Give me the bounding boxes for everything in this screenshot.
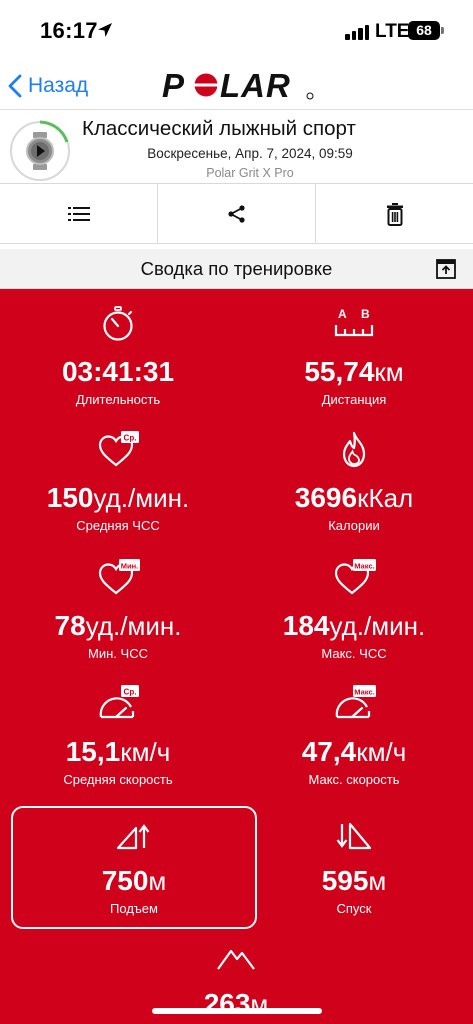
badge-avg: Ср. [124, 434, 137, 443]
heart-avg-icon: Ср. [98, 431, 139, 467]
badge-max-speed: Макс. [354, 688, 374, 697]
min-hr-unit: уд./мин. [85, 611, 182, 641]
min-hr-label: Мин. ЧСС [88, 646, 148, 661]
ascent-icon [116, 824, 150, 850]
max-hr-value: 184 [282, 610, 330, 641]
altitude-unit: м [250, 989, 269, 1019]
battery-level: 68 [416, 22, 432, 38]
distance-value: 55,74 [304, 356, 375, 387]
battery-tip [441, 27, 444, 34]
flame-icon [342, 431, 366, 468]
altitude-value: 263 [203, 988, 251, 1019]
summary-header: Сводка по тренировке [0, 249, 473, 289]
avg-speed-label: Средняя скорость [63, 772, 173, 787]
avg-hr-unit: уд./мин. [93, 483, 190, 513]
stat-descent[interactable]: 595м Спуск [236, 820, 472, 918]
ascent-value: 750 [101, 865, 149, 896]
trash-icon [386, 202, 403, 226]
session-date: Воскресенье, Апр. 7, 2024, 09:59 [147, 146, 353, 161]
back-label: Назад [28, 74, 89, 97]
calories-unit: кКал [357, 483, 414, 513]
distance-icon: A B [334, 307, 374, 337]
distance-unit: км [374, 357, 404, 387]
ascent-unit: м [148, 866, 167, 896]
signal-icon [345, 24, 371, 40]
descent-icon [336, 822, 372, 850]
polar-logo: P LAR [162, 67, 314, 104]
stat-max-speed: Макс. 47,4км/ч Макс. скорость [236, 685, 472, 789]
share-button[interactable] [158, 184, 316, 243]
svg-text:P: P [162, 67, 185, 104]
badge-avg-speed: Ср. [124, 688, 137, 697]
status-time: 16:17 [40, 18, 98, 43]
toolbar [0, 183, 473, 244]
avg-hr-label: Средняя ЧСС [76, 518, 160, 533]
battery-icon: 68 [408, 21, 440, 40]
stat-calories: 3696кКал Калории [236, 431, 472, 535]
nav-bar: Назад P LAR [0, 62, 473, 110]
status-bar: 16:17 LTE 68 [0, 0, 473, 62]
stopwatch-icon [103, 306, 133, 341]
session-title: Классический лыжный спорт [82, 117, 356, 140]
speedometer-avg-icon: Ср. [99, 685, 139, 719]
heart-max-icon: Макс. [334, 559, 376, 595]
duration-value: 03:41:31 [61, 356, 175, 387]
descent-unit: м [368, 866, 387, 896]
stat-avg-speed: Ср. 15,1км/ч Средняя скорость [0, 685, 236, 789]
stat-avg-hr: Ср. 150уд./мин. Средняя ЧСС [0, 431, 236, 535]
badge-max: Макс. [354, 562, 374, 571]
stats-panel: 03:41:31 Длительность A B 55,74км Дистан… [0, 289, 473, 1024]
stat-distance: A B 55,74км Дистанция [236, 306, 472, 409]
list-button[interactable] [0, 184, 158, 243]
network-type: LTE [375, 21, 410, 42]
max-speed-value: 47,4 [301, 736, 357, 767]
stat-max-hr: Макс. 184уд./мин. Макс. ЧСС [236, 559, 472, 663]
distance-icon-letter-b: B [361, 307, 370, 321]
chevron-left-icon [8, 74, 22, 98]
min-hr-value: 78 [54, 610, 86, 641]
descent-label: Спуск [336, 901, 372, 916]
calories-label: Калории [328, 518, 380, 533]
session-device: Polar Grit X Pro [206, 166, 294, 180]
svg-text:LAR: LAR [220, 67, 291, 104]
delete-button[interactable] [316, 184, 473, 243]
speedometer-max-icon: Макс. [335, 685, 376, 719]
heart-min-icon: Мин. [98, 559, 140, 595]
max-hr-label: Макс. ЧСС [321, 646, 387, 661]
descent-value: 595 [321, 865, 369, 896]
session-header: Классический лыжный спорт Воскресенье, А… [0, 111, 473, 183]
avg-speed-value: 15,1 [65, 736, 121, 767]
share-icon [227, 204, 245, 223]
export-icon[interactable] [436, 259, 456, 279]
badge-min: Мин. [121, 562, 138, 571]
avg-hr-value: 150 [46, 482, 94, 513]
ascent-label: Подъем [110, 901, 158, 916]
calories-value: 3696 [294, 482, 358, 513]
distance-label: Дистанция [321, 392, 387, 407]
location-arrow-icon [98, 23, 112, 37]
duration-label: Длительность [75, 392, 161, 407]
mountain-icon [217, 949, 255, 970]
distance-icon-letter-a: A [338, 307, 347, 321]
max-hr-unit: уд./мин. [329, 611, 426, 641]
list-icon [67, 206, 90, 221]
home-indicator[interactable] [152, 1008, 322, 1014]
max-speed-unit: км/ч [356, 737, 407, 767]
max-speed-label: Макс. скорость [308, 772, 400, 787]
stat-min-hr: Мин. 78уд./мин. Мин. ЧСС [0, 559, 236, 663]
stat-ascent[interactable]: 750м Подъем [16, 820, 252, 918]
back-button[interactable]: Назад [8, 68, 88, 104]
stat-duration: 03:41:31 Длительность [0, 306, 236, 409]
avg-speed-unit: км/ч [120, 737, 171, 767]
summary-title: Сводка по тренировке [140, 258, 333, 279]
